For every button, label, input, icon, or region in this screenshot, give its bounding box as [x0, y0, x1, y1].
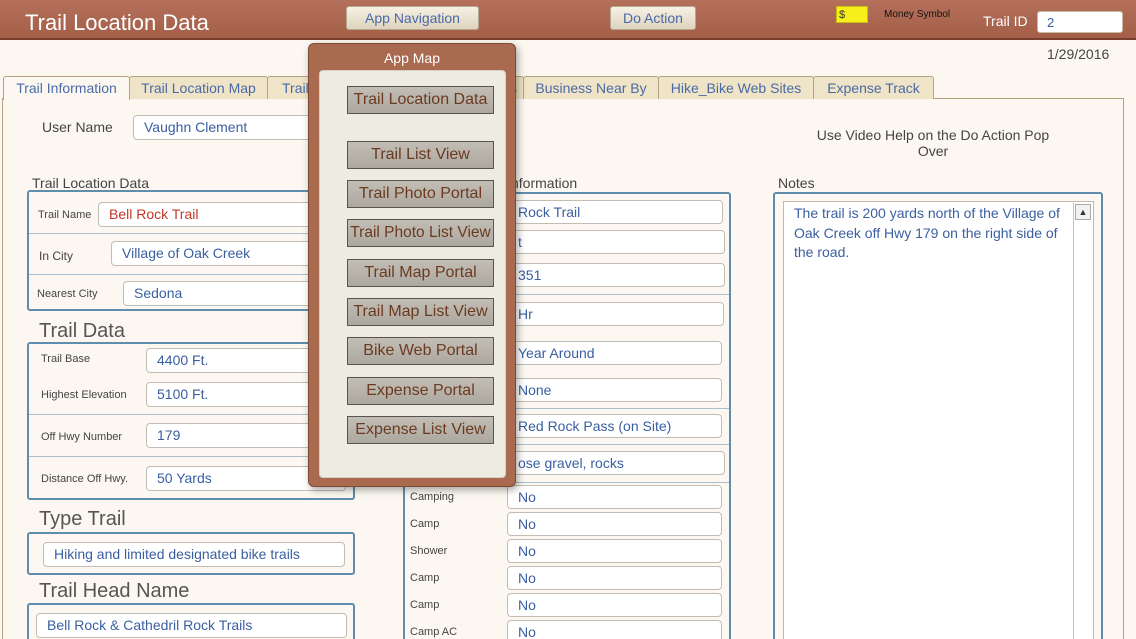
off-hwy-number-field[interactable]: 179 [146, 423, 318, 448]
popover-body: Trail Location Data Trail List View Trai… [319, 70, 506, 478]
nav-trail-location-data-button[interactable]: Trail Location Data [347, 86, 494, 114]
info-field-2[interactable]: t [507, 230, 725, 254]
scroll-up-arrow-icon[interactable]: ▲ [1075, 204, 1091, 220]
camping-field[interactable]: No [507, 485, 722, 509]
money-symbol-field[interactable]: $ [836, 6, 868, 23]
tab-trail-information[interactable]: Trail Information [3, 76, 130, 100]
header-bar: Trail Location Data App Navigation Do Ac… [0, 0, 1136, 40]
tab-hike-bike-web-sites[interactable]: Hike_Bike Web Sites [658, 76, 814, 99]
tab-trail-location-map[interactable]: Trail Location Map [129, 76, 268, 99]
trail-name-field[interactable]: Bell Rock Trail [98, 202, 318, 227]
nav-bike-web-portal-button[interactable]: Bike Web Portal [347, 337, 494, 365]
date-label: 1/29/2016 [1047, 46, 1110, 62]
camp-field-3[interactable]: No [507, 593, 722, 617]
divider [29, 274, 319, 275]
nav-trail-list-view-button[interactable]: Trail List View [347, 141, 494, 169]
trail-base-label: Trail Base [41, 353, 91, 365]
camp-ac-label: Camp AC [410, 626, 458, 638]
tab-expense-track[interactable]: Expense Track [813, 76, 934, 99]
app-title: Trail Location Data [25, 10, 209, 35]
nav-expense-list-view-button[interactable]: Expense List View [347, 416, 494, 444]
highest-elevation-label: Highest Elevation [41, 389, 127, 401]
in-city-label: In City [39, 249, 74, 263]
nav-trail-photo-portal-button[interactable]: Trail Photo Portal [347, 180, 494, 208]
app-navigation-button[interactable]: App Navigation [346, 6, 479, 30]
divider [29, 414, 353, 415]
notes-label: Notes [778, 175, 815, 191]
divider [29, 456, 353, 457]
trail-data-title: Trail Data [39, 320, 125, 342]
trail-id-label: Trail ID [983, 13, 1028, 29]
information-section-title: nformation [511, 175, 578, 191]
nearest-city-label: Nearest City [37, 288, 98, 300]
in-city-field[interactable]: Village of Oak Creek [111, 241, 318, 266]
user-name-field[interactable]: Vaughn Clement [133, 115, 333, 140]
help-text: Use Video Help on the Do Action Pop Over [816, 127, 1050, 159]
info-field-5[interactable]: Year Around [507, 341, 722, 365]
popover-title: App Map [383, 50, 441, 66]
camp-label-1: Camp [410, 518, 440, 530]
shower-label: Shower [410, 545, 448, 557]
trail-head-name-title: Trail Head Name [39, 580, 190, 602]
money-symbol-label: Money Symbol [884, 9, 951, 20]
type-trail-field[interactable]: Hiking and limited designated bike trail… [43, 542, 345, 567]
nav-trail-photo-list-view-button[interactable]: Trail Photo List View [347, 219, 494, 247]
location-section-title: Trail Location Data [32, 175, 149, 191]
trail-base-field[interactable]: 4400 Ft. [146, 348, 318, 373]
notes-text: The trail is 200 yards north of the Vill… [794, 205, 1060, 260]
nav-trail-map-list-view-button[interactable]: Trail Map List View [347, 298, 494, 326]
off-hwy-number-label: Off Hwy Number [41, 431, 123, 443]
camp-label-2: Camp [410, 572, 440, 584]
nav-expense-portal-button[interactable]: Expense Portal [347, 377, 494, 405]
shower-field[interactable]: No [507, 539, 722, 563]
user-name-label: User Name [42, 119, 113, 135]
highest-elevation-field[interactable]: 5100 Ft. [146, 382, 318, 407]
trail-head-name-field[interactable]: Bell Rock & Cathedril Rock Trails [36, 613, 347, 638]
app-map-popover: App Map Trail Location Data Trail List V… [308, 43, 516, 487]
info-field-7[interactable]: Red Rock Pass (on Site) [507, 414, 722, 438]
camp-field-2[interactable]: No [507, 566, 722, 590]
type-trail-title: Type Trail [39, 508, 126, 530]
trail-id-field[interactable]: 2 [1037, 11, 1123, 33]
do-action-button[interactable]: Do Action [610, 6, 696, 30]
divider [29, 233, 319, 234]
info-field-3[interactable]: 351 [507, 263, 725, 287]
camping-label: Camping [410, 491, 455, 503]
camp-label-3: Camp [410, 599, 440, 611]
nav-trail-map-portal-button[interactable]: Trail Map Portal [347, 259, 494, 287]
camp-ac-field[interactable]: No [507, 620, 722, 639]
trail-name-label: Trail Name [38, 209, 92, 221]
camp-field-1[interactable]: No [507, 512, 722, 536]
notes-textarea[interactable] [783, 201, 1094, 639]
info-field-6[interactable]: None [507, 378, 722, 402]
nearest-city-field[interactable]: Sedona [123, 281, 318, 306]
notes-scrollbar[interactable] [1073, 203, 1092, 639]
distance-off-hwy-label: Distance Off Hwy. [41, 473, 129, 485]
info-field-8[interactable]: ose gravel, rocks [507, 451, 725, 475]
tab-business-near-by[interactable]: Business Near By [523, 76, 659, 99]
info-field-1[interactable]: Rock Trail [507, 200, 723, 224]
info-field-4[interactable]: Hr [507, 302, 724, 326]
